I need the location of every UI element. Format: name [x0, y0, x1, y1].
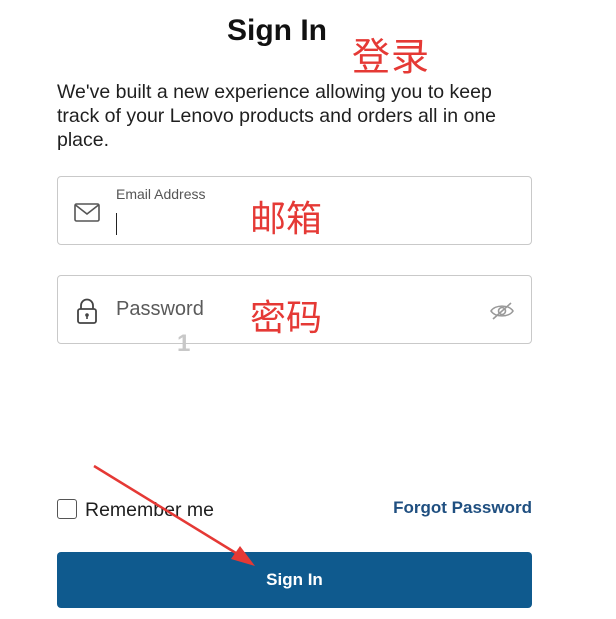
forgot-password-link[interactable]: Forgot Password — [393, 498, 532, 518]
eye-slash-icon[interactable] — [489, 298, 515, 324]
annotation-title-note: 登录 — [352, 35, 431, 79]
annotation-password-note: 密码 — [250, 298, 323, 339]
email-field-label: Email Address — [116, 186, 206, 202]
remember-me-checkbox[interactable] — [57, 498, 77, 519]
sign-in-page: Sign In 登录 We've built a new experience … — [0, 0, 616, 619]
sign-in-button[interactable]: Sign In — [57, 552, 532, 608]
annotation-step-number: 1 — [177, 330, 191, 357]
envelope-icon — [74, 203, 100, 222]
page-description: We've built a new experience allowing yo… — [57, 81, 497, 151]
lock-icon — [77, 298, 97, 324]
remember-me-label: Remember me — [85, 499, 214, 521]
page-title: Sign In — [227, 14, 327, 47]
annotation-email-note: 邮箱 — [250, 199, 323, 240]
remember-me[interactable]: Remember me — [57, 497, 214, 521]
